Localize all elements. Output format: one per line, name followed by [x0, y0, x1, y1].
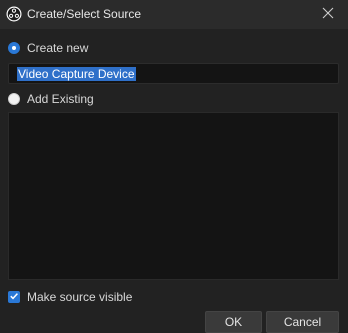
- window-title: Create/Select Source: [27, 7, 142, 21]
- existing-sources-list[interactable]: [8, 112, 339, 280]
- create-new-label: Create new: [27, 41, 89, 55]
- make-visible-checkbox[interactable]: [8, 291, 20, 303]
- create-select-source-dialog: Create/Select Source Create new Video Ca…: [0, 0, 348, 333]
- make-visible-label: Make source visible: [27, 290, 133, 304]
- add-existing-label: Add Existing: [27, 92, 94, 106]
- ok-button[interactable]: OK: [205, 311, 262, 333]
- obs-logo-icon: [6, 6, 22, 22]
- close-icon: [322, 7, 334, 22]
- title-bar[interactable]: Create/Select Source: [0, 0, 348, 29]
- close-button[interactable]: [308, 0, 348, 29]
- cancel-button[interactable]: Cancel: [266, 311, 339, 333]
- source-name-input[interactable]: Video Capture Device: [8, 63, 339, 84]
- add-existing-option[interactable]: Add Existing: [8, 91, 94, 107]
- make-visible-option[interactable]: Make source visible: [8, 289, 132, 305]
- create-new-option[interactable]: Create new: [8, 40, 88, 56]
- checkmark-icon: [9, 290, 19, 304]
- add-existing-radio[interactable]: [8, 93, 20, 105]
- source-name-value: Video Capture Device: [17, 66, 136, 81]
- create-new-radio[interactable]: [8, 42, 20, 54]
